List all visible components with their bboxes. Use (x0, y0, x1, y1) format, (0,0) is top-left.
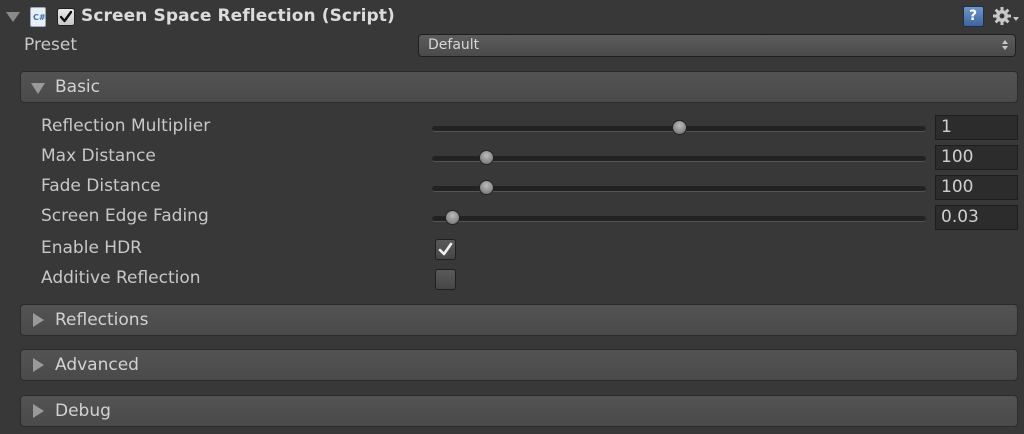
field-label-reflection-multiplier: Reflection Multiplier (41, 116, 211, 136)
fade-distance-input[interactable]: 100 (935, 175, 1018, 200)
slider-thumb[interactable] (479, 180, 495, 195)
section-advanced[interactable]: Advanced (20, 349, 1018, 381)
component-enabled-checkbox[interactable] (57, 8, 75, 26)
component-header[interactable]: C# Screen Space Reflection (Script) ? (0, 0, 1024, 34)
component-title: Screen Space Reflection (Script) (81, 6, 395, 26)
field-label-fade-distance: Fade Distance (41, 176, 161, 196)
field-label-max-distance: Max Distance (41, 146, 156, 166)
additive-reflection-checkbox[interactable] (435, 269, 456, 290)
max-distance-slider[interactable] (432, 150, 926, 165)
gear-icon[interactable] (991, 5, 1021, 29)
fade-distance-slider[interactable] (432, 180, 926, 195)
checkmark-icon (438, 242, 453, 256)
collapsed-arrow-icon (33, 358, 44, 372)
expanded-arrow-icon (31, 83, 45, 94)
slider-thumb[interactable] (479, 150, 495, 165)
foldout-arrow-icon[interactable] (6, 12, 20, 22)
field-label-screen-edge-fading: Screen Edge Fading (41, 206, 209, 226)
preset-dropdown[interactable]: Default (418, 34, 1016, 57)
collapsed-arrow-icon (33, 313, 44, 327)
inspector-panel: C# Screen Space Reflection (Script) ? Pr… (0, 0, 1024, 434)
preset-value: Default (428, 37, 480, 53)
help-icon[interactable]: ? (963, 6, 984, 27)
collapsed-arrow-icon (33, 404, 44, 418)
screen-edge-fading-slider[interactable] (432, 210, 926, 225)
reflection-multiplier-input[interactable]: 1 (935, 115, 1018, 140)
csharp-script-icon: C# (30, 7, 46, 27)
field-label-additive-reflection: Additive Reflection (41, 268, 201, 288)
dropdown-arrows-icon (1002, 40, 1008, 50)
section-label: Basic (55, 77, 101, 97)
reflection-multiplier-slider[interactable] (432, 120, 926, 135)
section-reflections[interactable]: Reflections (20, 304, 1018, 336)
slider-thumb[interactable] (672, 120, 687, 135)
section-label: Advanced (55, 355, 139, 375)
screen-edge-fading-input[interactable]: 0.03 (935, 205, 1018, 230)
checkmark-icon (59, 10, 73, 23)
slider-thumb[interactable] (444, 210, 460, 225)
section-label: Debug (55, 401, 111, 421)
max-distance-input[interactable]: 100 (935, 145, 1018, 170)
preset-label: Preset (24, 35, 78, 55)
enable-hdr-checkbox[interactable] (435, 239, 456, 260)
field-label-enable-hdr: Enable HDR (41, 238, 142, 258)
section-label: Reflections (55, 310, 149, 330)
section-basic[interactable]: Basic (20, 71, 1018, 103)
section-debug[interactable]: Debug (20, 395, 1018, 427)
